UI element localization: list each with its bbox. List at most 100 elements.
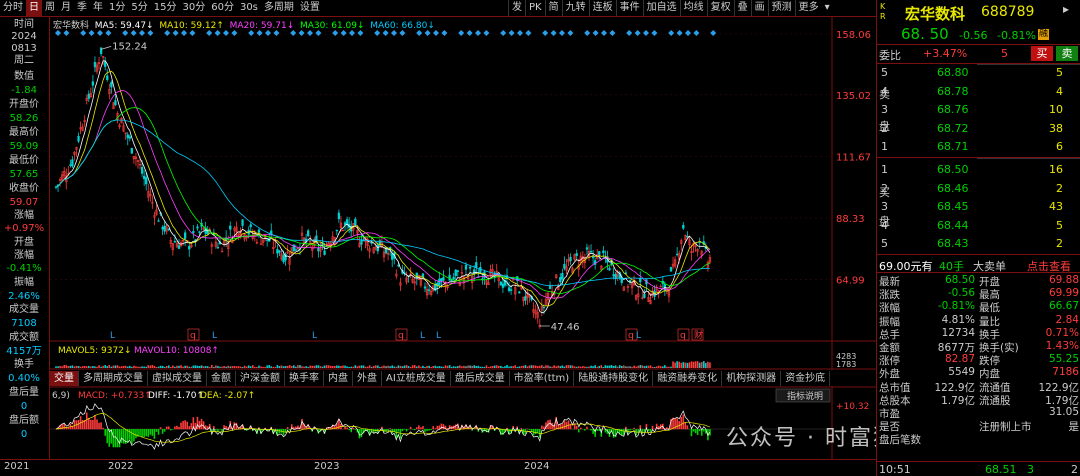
candle-body[interactable] [612,274,615,277]
buy-button[interactable]: 买 [1031,46,1053,61]
tool-6[interactable]: 加自选 [642,0,680,16]
event-diamond[interactable] [693,30,700,36]
candle-body[interactable] [241,219,244,226]
tool-5[interactable]: 事件 [615,0,643,16]
candle-body[interactable] [323,250,326,255]
candle-body[interactable] [452,276,455,280]
candle-body[interactable] [643,293,646,298]
period-0[interactable]: 分时 [0,0,26,16]
candle-body[interactable] [391,253,394,260]
period-7[interactable]: 5分 [128,0,150,16]
candle-body[interactable] [682,224,685,229]
candle-body[interactable] [575,253,578,256]
candle-body[interactable] [542,306,546,309]
candle-body[interactable] [282,255,285,263]
indicator-tab[interactable]: 交量 [50,370,79,386]
candle-body[interactable] [585,247,589,250]
candle-body[interactable] [157,220,160,222]
event-diamond[interactable] [525,30,532,36]
period-1[interactable]: 日 [26,0,42,16]
candle-body[interactable] [354,218,357,226]
event-diamond[interactable] [500,30,507,36]
event-diamond[interactable] [441,30,448,36]
period-6[interactable]: 1分 [106,0,128,16]
candle-body[interactable] [440,278,443,282]
more-dropdown-icon[interactable]: ▾ [822,0,833,16]
tool-7[interactable]: 均线 [679,0,707,16]
event-marker-q[interactable]: q [190,331,196,341]
candle-body[interactable] [163,225,166,232]
candle-body[interactable] [110,81,113,88]
candle-body[interactable] [106,75,109,80]
event-diamond[interactable] [567,30,574,36]
menu-arrow-icon[interactable]: ▸ [1063,2,1069,16]
candle-body[interactable] [99,47,103,54]
candle-body[interactable] [249,224,252,228]
indicator-tab[interactable]: AI立桩成交量 [382,370,451,386]
event-diamond[interactable] [559,30,565,36]
candle-body[interactable] [220,250,224,253]
candle-body[interactable] [196,226,199,229]
candle-body[interactable] [93,61,97,68]
event-marker-q[interactable]: q [628,331,634,341]
event-diamond[interactable] [517,30,523,36]
tool-12[interactable]: 更多 [794,0,822,16]
candle-body[interactable] [345,219,349,225]
candle-body[interactable] [442,277,445,281]
period-10[interactable]: 60分 [208,0,237,16]
candle-body[interactable] [563,263,566,269]
candle-body[interactable] [569,256,572,261]
candle-body[interactable] [335,229,339,232]
candle-body[interactable] [454,269,457,276]
indicator-tab[interactable]: 换手率 [285,370,324,386]
indicator-tab[interactable]: 市盈率(ttm) [510,370,575,386]
event-diamond[interactable] [458,30,465,36]
kline-chart[interactable]: 158.06 135.02 111.67 88.33 64.99 152.24 47.46 L… [50,17,876,459]
candle-body[interactable] [370,242,373,244]
candle-body[interactable] [639,278,642,283]
candle-body[interactable] [698,241,701,244]
event-diamond[interactable] [685,30,691,36]
event-diamond[interactable] [483,30,490,36]
event-marker-q[interactable]: 财 [694,329,703,341]
event-diamond[interactable] [508,30,515,36]
candle-body[interactable] [307,230,310,237]
event-marker-l[interactable]: L [636,331,641,341]
event-diamond[interactable] [601,30,607,36]
candle-body[interactable] [130,148,133,154]
event-diamond[interactable] [676,30,683,36]
candle-body[interactable] [161,226,164,230]
candle-body[interactable] [87,93,90,99]
period-9[interactable]: 30分 [179,0,208,16]
candle-body[interactable] [337,212,341,220]
candle-body[interactable] [518,291,521,294]
candle-body[interactable] [421,273,425,278]
candle-body[interactable] [427,289,431,291]
candle-body[interactable] [686,235,689,238]
period-4[interactable]: 季 [74,0,90,16]
candle-body[interactable] [591,255,595,259]
candle-body[interactable] [468,266,472,269]
event-diamond[interactable] [542,30,549,36]
period-11[interactable]: 30s [237,0,261,16]
candle-body[interactable] [167,228,170,231]
candle-body[interactable] [91,81,95,86]
candle-body[interactable] [589,250,593,253]
candle-body[interactable] [669,267,673,272]
candle-body[interactable] [216,246,220,249]
candle-body[interactable] [77,135,80,142]
candle-body[interactable] [602,250,605,254]
tool-4[interactable]: 连板 [588,0,616,16]
candle-body[interactable] [561,273,564,280]
candle-body[interactable] [126,134,129,139]
indicator-tab[interactable]: 机构探测器 [722,370,782,386]
event-diamond[interactable] [634,30,641,36]
candle-body[interactable] [448,274,451,281]
event-diamond[interactable] [550,30,557,36]
candle-body[interactable] [501,283,505,288]
indicator-tab[interactable]: 陆股通持股变化 [574,370,654,386]
indicator-tab[interactable]: 内盘 [324,370,353,386]
tool-11[interactable]: 预测 [767,0,795,16]
period-2[interactable]: 周 [42,0,58,16]
indicator-tab[interactable]: 金额 [207,370,236,386]
